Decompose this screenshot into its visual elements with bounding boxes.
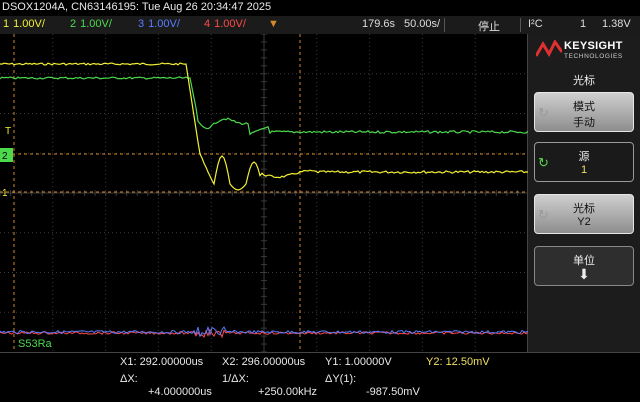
waveform-svg: T 2 1 S53Ra — [0, 34, 528, 352]
channel-2-ground-marker[interactable]: 2 — [0, 148, 13, 162]
timebase-scale[interactable]: 50.00s/ — [404, 18, 440, 30]
inverse-delta-x-label: 1/ΔX: — [222, 373, 249, 385]
svg-text:T: T — [5, 126, 11, 137]
softkey-mode[interactable]: ↻ 模式 手动 — [534, 92, 634, 132]
inverse-delta-x-value: +250.00kHz — [258, 386, 318, 398]
delta-x-value: +4.000000us — [148, 386, 212, 398]
submenu-arrow-icon: ⬇ — [578, 266, 590, 282]
delta-y-label: ΔY(1): — [325, 373, 357, 385]
menu-title: 光标 — [573, 75, 595, 87]
timebase-delay[interactable]: 179.6s — [362, 18, 395, 30]
divider — [520, 18, 521, 32]
softkey-source[interactable]: ↻ 源 1 — [534, 142, 634, 182]
keysight-logo-icon — [534, 39, 564, 58]
window-title: DSOX1204A, CN63146195: Tue Aug 26 20:34:… — [2, 1, 272, 13]
cursor-y1-readout: Y1: 1.00000V — [325, 356, 392, 368]
channel-3-indicator[interactable]: 3 1.00V/ — [138, 18, 180, 30]
decode-label: S53Ra — [18, 338, 53, 350]
svg-text:2: 2 — [2, 151, 8, 162]
trigger-level-marker[interactable]: T — [5, 126, 11, 137]
delta-x-label: ΔX: — [120, 373, 138, 385]
channel-2-indicator[interactable]: 2 1.00V/ — [70, 18, 112, 30]
graticule — [0, 34, 528, 352]
run-state[interactable]: 停止 — [478, 18, 500, 34]
trigger-source: 1 — [580, 18, 587, 30]
trigger-level[interactable]: 1.38V — [602, 18, 631, 30]
status-bar: 1 1.00V/ 2 1.00V/ 3 1.00V/ 4 1.00V/ ▼ 179.6s… — [0, 16, 640, 34]
softkey-cursors[interactable]: ↻ 光标 Y2 — [534, 194, 634, 234]
softkey-units[interactable]: 单位 ⬇ — [534, 246, 634, 286]
channel-1-indicator[interactable]: 1 1.00V/ — [3, 18, 45, 30]
cursor-x2-readout: X2: 296.00000us — [222, 356, 306, 368]
cursor-y2-readout: Y2: 12.50mV — [426, 356, 490, 368]
svg-text:1: 1 — [2, 188, 8, 199]
trigger-type[interactable]: I²C — [528, 18, 543, 30]
window-title-bar: DSOX1204A, CN63146195: Tue Aug 26 20:34:… — [0, 0, 640, 16]
cursor-x1-readout: X1: 292.00000us — [120, 356, 204, 368]
divider — [444, 18, 445, 32]
trigger-position-icon: ▼ — [268, 18, 279, 30]
cursor-readout: X1: 292.00000us X2: 296.00000us Y1: 1.00… — [0, 352, 640, 402]
channel-1-ground-marker[interactable]: 1 — [2, 188, 8, 199]
delta-y-value: -987.50mV — [366, 386, 420, 398]
channel-4-indicator[interactable]: 4 1.00V/ — [204, 18, 246, 30]
keysight-logo: KEYSIGHT TECHNOLOGIES — [534, 39, 636, 64]
softkey-panel: KEYSIGHT TECHNOLOGIES 光标 ↻ 模式 手动 ↻ 源 1 ↻… — [528, 34, 640, 352]
waveform-display[interactable]: T 2 1 S53Ra — [0, 34, 528, 352]
